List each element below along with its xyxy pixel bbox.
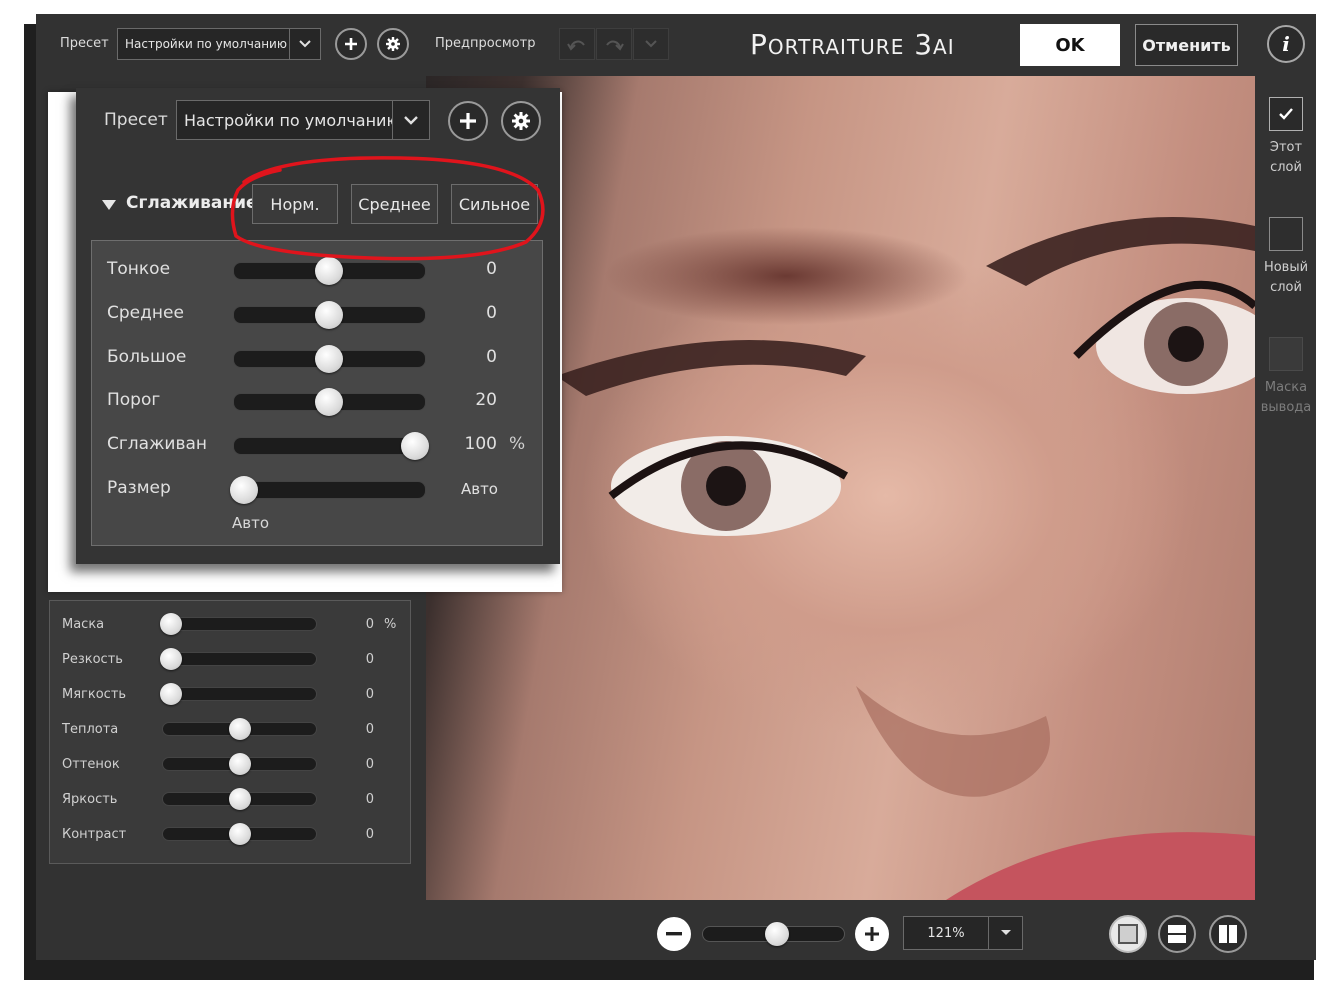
preset-select[interactable]: Настройки по умолчанию — [117, 28, 321, 60]
amount-slider-knob[interactable] — [401, 432, 429, 460]
enhance-sharpness-slider[interactable] — [162, 652, 317, 666]
size-auto-label: Авто — [232, 514, 270, 532]
split-vertical-button[interactable] — [1209, 915, 1247, 953]
popup-preset-select[interactable]: Настройки по умолчанию — [176, 100, 430, 140]
popup-add-preset-button[interactable] — [448, 101, 488, 141]
size-label: Размер — [107, 478, 171, 498]
section-collapse-toggle[interactable] — [101, 196, 117, 215]
enhance-contrast-knob[interactable] — [229, 823, 251, 845]
single-view-icon — [1118, 924, 1138, 944]
enhance-softness-knob[interactable] — [160, 683, 182, 705]
ok-button[interactable]: OK — [1020, 24, 1120, 66]
split-vertical-icon — [1219, 925, 1237, 943]
medium-value: 0 — [486, 303, 497, 323]
enhance-warmth-knob[interactable] — [229, 718, 251, 740]
threshold-slider-knob[interactable] — [315, 388, 343, 416]
smoothing-slider-box: Тонкое 0 Среднее 0 Большое 0 Порог 20 Сг… — [91, 240, 543, 546]
triangle-down-icon — [102, 200, 116, 210]
output-mask-checkbox[interactable] — [1269, 337, 1303, 371]
large-slider-knob[interactable] — [315, 345, 343, 373]
enhance-softness-slider[interactable] — [162, 687, 317, 701]
amount-value: 100 — [464, 434, 497, 454]
size-slider-knob[interactable] — [230, 476, 258, 504]
preset-label: Пресет — [60, 36, 109, 51]
preview-label: Предпросмотр — [435, 36, 536, 51]
zoom-in-button[interactable] — [855, 917, 889, 951]
preset-select-value: Настройки по умолчанию — [125, 37, 287, 51]
amount-slider[interactable] — [233, 437, 426, 455]
popup-preset-label: Пресет — [104, 110, 168, 130]
gear-icon — [386, 37, 400, 51]
split-horizontal-icon — [1168, 925, 1186, 943]
enhance-tint-label: Оттенок — [62, 757, 120, 772]
enhance-mask-label: Маска — [62, 617, 105, 632]
check-icon — [1279, 108, 1293, 120]
amount-label: Сглаживан — [107, 434, 207, 454]
zoom-slider-knob[interactable] — [765, 922, 789, 946]
size-slider[interactable] — [233, 481, 426, 499]
enhance-warmth-value: 0 — [365, 722, 374, 737]
plus-icon — [345, 38, 357, 50]
cancel-button[interactable]: Отменить — [1135, 24, 1238, 66]
enhance-softness-label: Мягкость — [62, 687, 127, 702]
info-button[interactable]: i — [1267, 25, 1305, 63]
amount-unit: % — [509, 434, 526, 454]
chevron-down-icon — [645, 40, 657, 48]
popup-settings-button[interactable] — [501, 101, 541, 141]
preset-settings-button[interactable] — [377, 28, 409, 60]
minus-icon — [666, 932, 682, 936]
enhance-brightness-label: Яркость — [62, 792, 118, 807]
enhance-mask-unit: % — [384, 617, 397, 632]
highlight-annotation — [230, 156, 545, 261]
enhance-softness-value: 0 — [365, 687, 374, 702]
zoom-value: 121% — [927, 925, 965, 941]
enhance-brightness-value: 0 — [365, 792, 374, 807]
output-mask-label: Маска вывода — [1260, 380, 1312, 415]
large-value: 0 — [486, 347, 497, 367]
zoom-out-button[interactable] — [657, 917, 691, 951]
single-view-button[interactable] — [1109, 915, 1147, 953]
chevron-down-icon[interactable] — [289, 29, 320, 59]
add-preset-button[interactable] — [335, 28, 367, 60]
popup-preset-value: Настройки по умолчанию — [184, 110, 392, 130]
gear-icon — [512, 112, 530, 130]
plus-icon — [865, 927, 879, 941]
enhance-contrast-label: Контраст — [62, 827, 127, 842]
enhance-mask-slider[interactable] — [162, 617, 317, 631]
split-horizontal-button[interactable] — [1158, 915, 1196, 953]
app-title: Portraiture 3ai — [750, 28, 955, 61]
redo-icon — [606, 40, 624, 51]
enhance-sharpness-label: Резкость — [62, 652, 123, 667]
chevron-down-icon[interactable] — [392, 101, 429, 139]
enhance-tint-value: 0 — [365, 757, 374, 772]
enhance-contrast-value: 0 — [365, 827, 374, 842]
enhance-mask-knob[interactable] — [160, 613, 182, 635]
this-layer-checkbox[interactable] — [1269, 97, 1303, 131]
large-label: Большое — [107, 347, 187, 367]
redo-button[interactable] — [596, 28, 632, 60]
this-layer-label: Этот слой — [1269, 140, 1303, 175]
history-dropdown-button[interactable] — [633, 28, 669, 60]
threshold-value: 20 — [475, 390, 497, 410]
enhance-mask-value: 0 — [365, 617, 374, 632]
new-layer-label: Новый слой — [1263, 260, 1309, 295]
medium-label: Среднее — [107, 303, 184, 323]
medium-slider-knob[interactable] — [315, 301, 343, 329]
enhance-tint-knob[interactable] — [229, 753, 251, 775]
size-value: Авто — [460, 480, 498, 498]
new-layer-checkbox[interactable] — [1269, 217, 1303, 251]
enhance-brightness-knob[interactable] — [229, 788, 251, 810]
undo-button[interactable] — [559, 28, 595, 60]
zoom-select[interactable]: 121% — [903, 916, 1023, 950]
enhance-sharpness-knob[interactable] — [160, 648, 182, 670]
undo-icon — [567, 40, 585, 51]
info-icon: i — [1282, 32, 1290, 56]
plus-icon — [460, 113, 476, 129]
threshold-label: Порог — [107, 390, 161, 410]
enhance-panel: Маска 0 % Резкость 0 Мягкость 0 Теплота … — [49, 600, 411, 864]
enhance-sharpness-value: 0 — [365, 652, 374, 667]
chevron-down-icon[interactable] — [988, 917, 1022, 949]
fine-label: Тонкое — [107, 259, 171, 279]
enhance-warmth-label: Теплота — [62, 722, 119, 737]
